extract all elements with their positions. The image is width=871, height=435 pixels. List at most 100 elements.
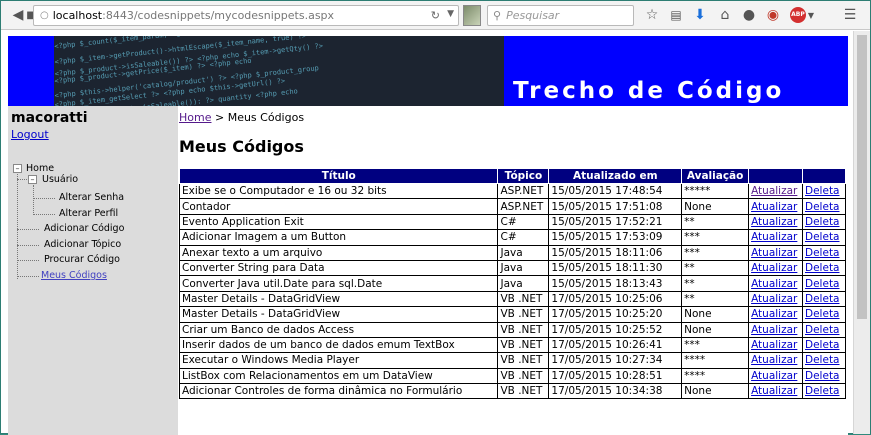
breadcrumb-current: Meus Códigos bbox=[227, 111, 305, 124]
scrollbar-thumb[interactable] bbox=[857, 35, 867, 319]
update-link[interactable]: Atualizar bbox=[751, 201, 797, 213]
reading-list-icon[interactable]: ▤ bbox=[665, 4, 687, 26]
update-link[interactable]: Atualizar bbox=[751, 324, 797, 336]
cell-atualizado: 17/05/2015 10:25:52 bbox=[548, 321, 683, 338]
table-row: Exibe se o Computador e 16 ou 32 bits ASP… bbox=[178, 182, 846, 200]
cell-titulo: Anexar texto a um arquivo bbox=[178, 244, 499, 261]
update-link[interactable]: Atualizar bbox=[751, 185, 797, 197]
main-content: Home > Meus Códigos Meus Códigos Título … bbox=[178, 106, 848, 435]
delete-link[interactable]: Deleta bbox=[805, 185, 839, 197]
delete-link[interactable]: Deleta bbox=[805, 370, 839, 382]
tree-adicionar-topico[interactable]: Adicionar Tópico bbox=[44, 239, 121, 250]
tree-usuario[interactable]: Usuário bbox=[42, 174, 78, 185]
delete-link[interactable]: Deleta bbox=[805, 293, 839, 305]
collapse-usuario-icon[interactable]: – bbox=[28, 175, 37, 184]
delete-link[interactable]: Deleta bbox=[805, 339, 839, 351]
update-link[interactable]: Atualizar bbox=[751, 262, 797, 274]
pocket-icon[interactable]: ◉ bbox=[762, 4, 784, 26]
cell-titulo: Executar o Windows Media Player bbox=[178, 352, 499, 369]
col-atualizado[interactable]: Atualizado em bbox=[548, 168, 683, 184]
dropdown-arrow-icon[interactable]: ▼ bbox=[447, 9, 454, 19]
cell-topico: C# bbox=[497, 213, 550, 231]
cell-titulo: Exibe se o Computador e 16 ou 32 bits bbox=[178, 182, 499, 200]
update-link[interactable]: Atualizar bbox=[751, 354, 797, 366]
col-topico[interactable]: Tópico bbox=[497, 168, 550, 184]
delete-link[interactable]: Deleta bbox=[805, 385, 839, 397]
bookmark-star-icon[interactable]: ☆ bbox=[641, 4, 663, 26]
cell-topico: VB .NET bbox=[497, 383, 550, 400]
table-header-row: Título Tópico Atualizado em Avaliação bbox=[178, 168, 846, 184]
table-row: Master Details - DataGridView VB .NET 17/0… bbox=[178, 306, 846, 323]
cell-update: Atualizar bbox=[748, 290, 804, 308]
delete-link[interactable]: Deleta bbox=[805, 278, 839, 290]
tree-home[interactable]: Home bbox=[26, 163, 54, 174]
update-link[interactable]: Atualizar bbox=[751, 247, 797, 259]
col-titulo[interactable]: Título bbox=[178, 168, 499, 184]
update-link[interactable]: Atualizar bbox=[751, 370, 797, 382]
delete-link[interactable]: Deleta bbox=[805, 262, 839, 274]
update-link[interactable]: Atualizar bbox=[751, 278, 797, 290]
cell-titulo: Converter Java util.Date para sql.Date bbox=[178, 275, 499, 292]
cell-titulo: Master Details - DataGridView bbox=[178, 290, 499, 308]
adblock-icon[interactable]: ABP ▼ bbox=[787, 4, 817, 26]
banner-title: Trecho de Código bbox=[513, 78, 785, 104]
cell-atualizado: 17/05/2015 10:34:38 bbox=[548, 383, 683, 400]
delete-link[interactable]: Deleta bbox=[805, 247, 839, 259]
delete-link[interactable]: Deleta bbox=[805, 201, 839, 213]
cell-delete: Deleta bbox=[802, 244, 846, 261]
cell-update: Atualizar bbox=[748, 213, 804, 231]
table-row: Master Details - DataGridView VB .NET 17/0… bbox=[178, 290, 846, 308]
chat-icon[interactable]: ● bbox=[738, 4, 760, 26]
cell-delete: Deleta bbox=[802, 182, 846, 200]
cell-update: Atualizar bbox=[748, 259, 804, 277]
tree-adicionar-codigo[interactable]: Adicionar Código bbox=[44, 223, 124, 234]
menu-icon[interactable]: ☰ bbox=[839, 4, 861, 26]
address-bar[interactable]: ○ localhost:8443/codesnippets/mycodesnip… bbox=[33, 5, 459, 26]
site-banner: <?php $_count($_item_param)->getName ?> … bbox=[8, 36, 848, 106]
cell-delete: Deleta bbox=[802, 383, 846, 400]
cell-topico: VB .NET bbox=[497, 306, 550, 323]
col-avaliacao[interactable]: Avaliação bbox=[681, 168, 750, 184]
delete-link[interactable]: Deleta bbox=[805, 308, 839, 320]
update-link[interactable]: Atualizar bbox=[751, 293, 797, 305]
update-link[interactable]: Atualizar bbox=[751, 216, 797, 228]
update-link[interactable]: Atualizar bbox=[751, 308, 797, 320]
search-input[interactable]: ⚲ Pesquisar bbox=[487, 5, 634, 26]
cell-avaliacao: *** bbox=[681, 229, 750, 246]
tree-alterar-perfil[interactable]: Alterar Perfil bbox=[59, 208, 118, 219]
tree-meus-codigos[interactable]: Meus Códigos bbox=[41, 270, 107, 281]
cell-topico: VB .NET bbox=[497, 290, 550, 308]
delete-link[interactable]: Deleta bbox=[805, 354, 839, 366]
tree-procurar-codigo[interactable]: Procurar Código bbox=[44, 254, 120, 265]
delete-link[interactable]: Deleta bbox=[805, 216, 839, 228]
cell-topico: Java bbox=[497, 244, 550, 261]
cell-atualizado: 17/05/2015 10:26:41 bbox=[548, 336, 683, 354]
page-thumbnail-icon[interactable] bbox=[463, 5, 481, 26]
update-link[interactable]: Atualizar bbox=[751, 231, 797, 243]
table-row: ListBox com Relacionamentos em um DataVi… bbox=[178, 367, 846, 385]
cell-atualizado: 15/05/2015 18:11:06 bbox=[548, 244, 683, 261]
update-link[interactable]: Atualizar bbox=[751, 339, 797, 351]
cell-topico: VB .NET bbox=[497, 367, 550, 385]
cell-titulo: Evento Application Exit bbox=[178, 213, 499, 231]
cell-titulo: ListBox com Relacionamentos em um DataVi… bbox=[178, 367, 499, 385]
cell-titulo: Converter String para Data bbox=[178, 259, 499, 277]
cell-avaliacao: None bbox=[681, 306, 750, 323]
tree-alterar-senha[interactable]: Alterar Senha bbox=[59, 192, 124, 203]
delete-link[interactable]: Deleta bbox=[805, 231, 839, 243]
table-row: Converter Java util.Date para sql.Date Ja… bbox=[178, 275, 846, 292]
download-icon[interactable]: ⬇ bbox=[689, 4, 711, 26]
vertical-scrollbar[interactable] bbox=[853, 31, 870, 434]
collapse-home-icon[interactable]: – bbox=[13, 164, 22, 173]
breadcrumb-home-link[interactable]: Home bbox=[179, 111, 211, 124]
home-icon[interactable]: ⌂ bbox=[714, 4, 736, 26]
username: macoratti bbox=[11, 110, 88, 126]
cell-avaliacao: **** bbox=[681, 367, 750, 385]
cell-titulo: Contador bbox=[178, 198, 499, 215]
cell-titulo: Criar um Banco de dados Access bbox=[178, 321, 499, 338]
table-row: Contador ASP.NET 15/05/2015 17:51:08 None At… bbox=[178, 198, 846, 215]
update-link[interactable]: Atualizar bbox=[751, 385, 797, 397]
delete-link[interactable]: Deleta bbox=[805, 324, 839, 336]
reload-icon[interactable]: ↻ bbox=[431, 9, 440, 22]
logout-link[interactable]: Logout bbox=[11, 128, 49, 141]
